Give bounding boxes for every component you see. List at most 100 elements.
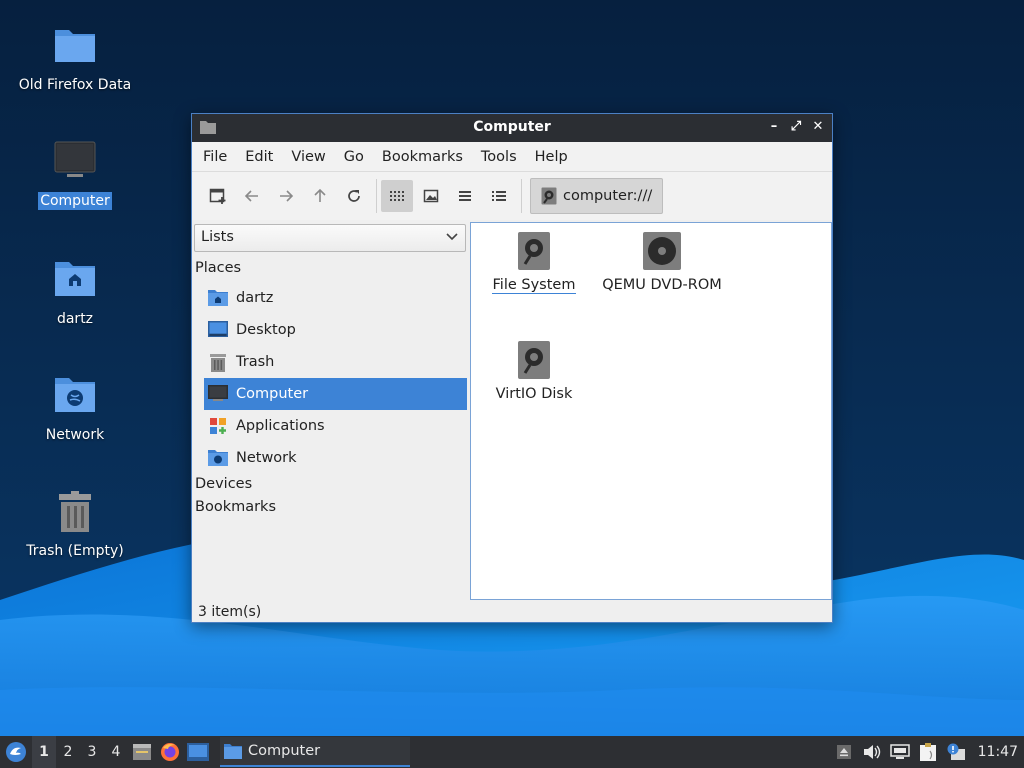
computer-icon <box>53 140 97 184</box>
file-item-virtio-disk[interactable]: VirtIO Disk <box>469 340 599 402</box>
file-manager-icon <box>133 744 151 760</box>
forward-icon <box>280 190 294 202</box>
sidebar-item-applications[interactable]: Applications <box>204 410 467 442</box>
desktop-icon-computer[interactable]: Computer <box>10 140 140 210</box>
new-tab-icon <box>209 188 226 204</box>
bookmarks-heading[interactable]: Bookmarks <box>195 499 276 515</box>
sidebar-item-label: Applications <box>236 418 325 434</box>
window-title: Computer <box>473 119 551 135</box>
folder-icon <box>224 743 242 759</box>
file-item-label: QEMU DVD-ROM <box>602 277 722 293</box>
location-path: computer:/// <box>563 188 653 204</box>
forward-button[interactable] <box>270 180 302 212</box>
devices-heading[interactable]: Devices <box>195 476 252 492</box>
clipboard-button[interactable] <box>914 736 942 768</box>
home-folder-icon <box>53 258 97 302</box>
menu-help[interactable]: Help <box>534 149 577 165</box>
toolbar-separator <box>521 179 522 213</box>
file-item-file-system[interactable]: File System <box>469 231 599 294</box>
sidebar-item-label: Network <box>236 450 297 466</box>
sidebar-item-dartz[interactable]: dartz <box>204 282 467 314</box>
applications-icon <box>208 416 228 436</box>
taskbar-task-computer[interactable]: Computer <box>220 737 410 767</box>
drive-icon <box>514 231 554 271</box>
menu-edit[interactable]: Edit <box>244 149 282 165</box>
detailed-view-button[interactable] <box>483 180 515 212</box>
update-icon <box>947 743 965 760</box>
desktop-icon <box>208 320 228 340</box>
window-titlebar[interactable]: Computer – ⤢ ✕ <box>192 114 832 142</box>
firefox-launcher[interactable] <box>156 736 184 768</box>
side-pane: Lists Places dartz Desktop Trash Compute… <box>192 222 468 600</box>
optical-drive-icon <box>642 231 682 271</box>
menu-view[interactable]: View <box>290 149 334 165</box>
toolbar-separator <box>376 179 377 213</box>
firefox-icon <box>161 743 179 761</box>
start-menu-button[interactable] <box>0 736 32 768</box>
reload-button[interactable] <box>338 180 370 212</box>
thumbnail-view-button[interactable] <box>415 180 447 212</box>
eject-button[interactable] <box>830 736 858 768</box>
desktop-icon-label: Trash (Empty) <box>26 543 124 559</box>
new-tab-button[interactable] <box>202 180 234 212</box>
chevron-down-icon <box>445 229 459 247</box>
compact-view-button[interactable] <box>449 180 481 212</box>
menu-file[interactable]: File <box>202 149 236 165</box>
icon-view-icon <box>390 191 404 201</box>
menu-go[interactable]: Go <box>343 149 373 165</box>
file-item-qemu-dvd-rom[interactable]: QEMU DVD-ROM <box>597 231 727 293</box>
desktop-icon-dartz[interactable]: dartz <box>10 258 140 328</box>
desktop-icon-network[interactable]: Network <box>10 374 140 444</box>
maximize-button[interactable]: ⤢ <box>788 118 804 136</box>
toolbar: computer:/// <box>192 172 832 220</box>
clock[interactable]: 11:47 <box>970 744 1024 760</box>
status-bar: 3 item(s) <box>198 604 262 620</box>
update-notifier-button[interactable] <box>942 736 970 768</box>
drive-icon <box>541 187 557 205</box>
compact-view-icon <box>459 191 471 201</box>
places-heading[interactable]: Places <box>195 260 241 276</box>
workspace-4-button[interactable]: 4 <box>104 736 128 768</box>
back-button[interactable] <box>236 180 268 212</box>
sidebar-item-trash[interactable]: Trash <box>204 346 467 378</box>
close-button[interactable]: ✕ <box>810 118 826 136</box>
desktop-icon-trash[interactable]: Trash (Empty) <box>10 490 140 560</box>
desktop-icon-old-firefox-data[interactable]: Old Firefox Data <box>10 24 140 94</box>
detailed-view-icon <box>492 191 506 201</box>
home-folder-icon <box>208 288 228 308</box>
thumbnail-view-icon <box>423 189 439 203</box>
file-view[interactable]: File System QEMU DVD-ROM VirtIO Disk <box>470 222 832 600</box>
location-bar-button[interactable]: computer:/// <box>530 178 664 214</box>
minimize-button[interactable]: – <box>766 118 782 136</box>
icon-view-button[interactable] <box>381 180 413 212</box>
back-icon <box>244 190 258 202</box>
file-manager-window: Computer – ⤢ ✕ File Edit View Go Bookmar… <box>191 113 833 623</box>
desktop-icon-label: Network <box>45 427 105 443</box>
trash-icon <box>53 490 97 534</box>
sidebar-item-network[interactable]: Network <box>204 442 467 474</box>
taskbar-task-label: Computer <box>248 743 321 759</box>
clipboard-icon <box>919 743 936 761</box>
volume-button[interactable] <box>858 736 886 768</box>
sidebar-item-label: Computer <box>236 386 309 402</box>
menu-bookmarks[interactable]: Bookmarks <box>381 149 472 165</box>
reload-icon <box>348 190 360 202</box>
drive-icon <box>514 340 554 380</box>
eject-icon <box>836 745 851 759</box>
workspace-1-button[interactable]: 1 <box>32 736 56 768</box>
sidebar-item-desktop[interactable]: Desktop <box>204 314 467 346</box>
workspace-2-button[interactable]: 2 <box>56 736 80 768</box>
sidebar-item-label: Trash <box>236 354 275 370</box>
menu-tools[interactable]: Tools <box>480 149 526 165</box>
show-desktop-launcher[interactable] <box>184 736 212 768</box>
file-manager-launcher[interactable] <box>128 736 156 768</box>
sidebar-item-computer[interactable]: Computer <box>204 378 467 410</box>
file-item-label: VirtIO Disk <box>495 386 573 402</box>
side-pane-mode-select[interactable]: Lists <box>194 224 466 252</box>
up-button[interactable] <box>304 180 336 212</box>
side-pane-mode-value: Lists <box>201 229 234 245</box>
network-button[interactable] <box>886 736 914 768</box>
sidebar-item-label: dartz <box>236 290 274 306</box>
workspace-3-button[interactable]: 3 <box>80 736 104 768</box>
desktop-icon-label: Computer <box>38 192 112 210</box>
